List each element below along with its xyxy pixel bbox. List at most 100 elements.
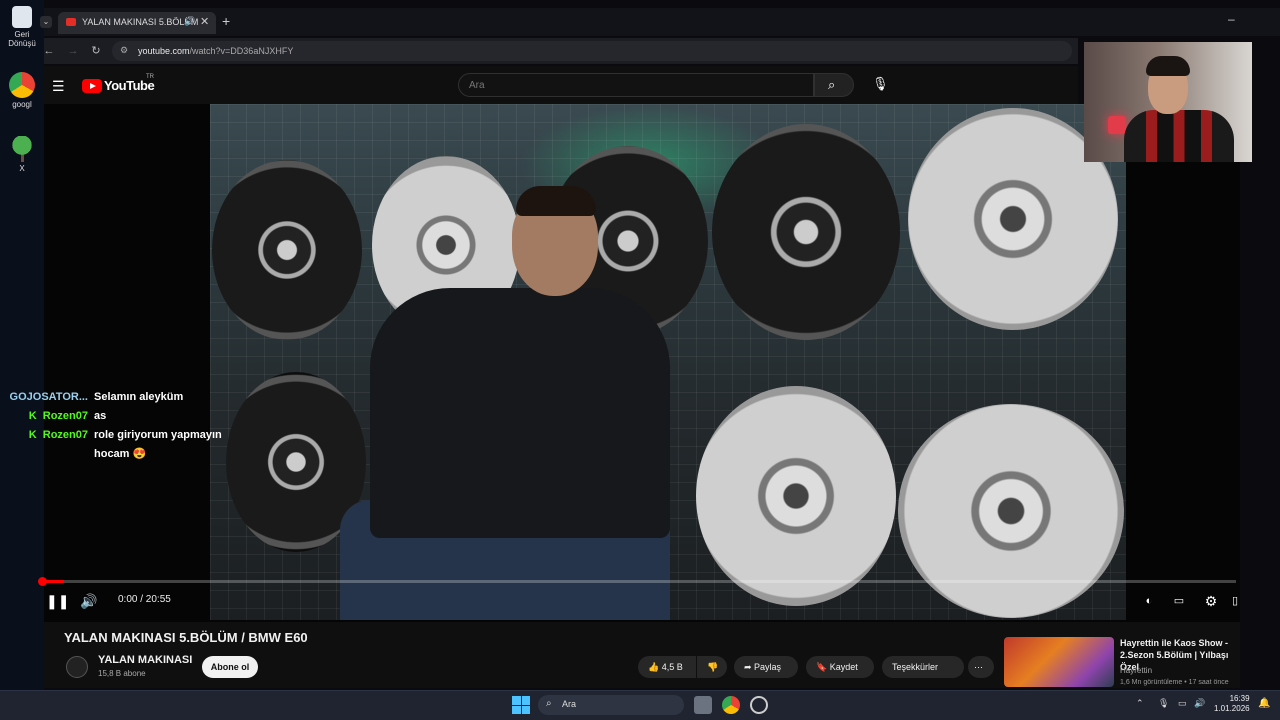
chat-username: GOJOSATOR... [9, 391, 88, 403]
recommended-channel[interactable]: Hayrettin [1120, 666, 1152, 675]
chat-message: K Rozen07 as [4, 407, 264, 426]
thanks-label: Teşekkürler [892, 662, 939, 672]
share-icon: ➦ [744, 662, 755, 672]
wheel-rim [898, 404, 1124, 618]
chat-message: GOJOSATOR... Selamın aleyküm [4, 388, 264, 407]
search-icon: ⌕ [546, 698, 552, 709]
youtube-logo-region: TR [146, 74, 154, 80]
notification-bell-icon[interactable]: 🔔 [1258, 698, 1270, 709]
subscribe-button[interactable]: Abone ol [202, 656, 258, 678]
like-button[interactable]: 👍 4,5 B [638, 656, 696, 678]
taskbar-search[interactable]: ⌕ Ara [538, 695, 684, 715]
share-label: Paylaş [754, 662, 782, 672]
desktop-icon-label: X [19, 164, 25, 173]
pause-icon[interactable]: ❚❚ [46, 592, 69, 610]
minimize-button[interactable]: – [1228, 12, 1235, 26]
desktop-icon-recycle-bin[interactable]: Geri Dönüşü [4, 6, 40, 48]
presenter-torso [370, 288, 670, 538]
video-title: YALAN MAKINASI 5.BÖLÜM / BMW E60 [64, 630, 308, 645]
channel-avatar[interactable] [66, 656, 88, 678]
desktop-icon-x[interactable]: X [4, 136, 40, 173]
subtitles-icon[interactable]: ▭ [1170, 592, 1188, 610]
chat-message: K Rozen07 role giriyorum yapmayın hocam 😍 [4, 426, 264, 464]
chat-username: Rozen07 [42, 429, 88, 441]
more-actions-button[interactable]: ⋯ [968, 656, 994, 678]
app-taskbar-icon[interactable] [750, 696, 768, 714]
url-path: /watch?v=DD36aNJXHFY [189, 46, 294, 56]
tab-title: YALAN MAKINASI 5.BÖLÜM [82, 17, 199, 27]
clock-time: 16:39 [1229, 694, 1250, 703]
tab-list-button[interactable]: ⌄ [40, 16, 52, 28]
site-info-icon[interactable]: ⚙ [120, 45, 128, 56]
volume-icon[interactable]: 🔊 [80, 592, 98, 610]
search-icon: ⌕ [828, 77, 836, 92]
taskbar-clock[interactable]: 16:39 1.01.2026 [1214, 694, 1250, 714]
bookmark-icon: 🔖 [816, 662, 830, 672]
url-host: youtube.com [138, 46, 190, 56]
thumbs-up-icon: 👍 [648, 662, 662, 672]
tray-chevron-icon[interactable]: ⌃ [1136, 698, 1144, 709]
time-display: 0:00 / 20:55 [118, 594, 171, 605]
microphone-icon[interactable]: 🎙 [872, 76, 889, 94]
chat-overlay: GOJOSATOR... Selamın aleyküm K Rozen07 as… [4, 388, 264, 464]
taskbar-search-label: Ara [562, 699, 577, 709]
back-icon[interactable]: ← [42, 44, 56, 58]
progress-scrubber[interactable] [38, 577, 47, 586]
webcam-streamer-body [1124, 110, 1234, 162]
save-button[interactable]: 🔖 Kaydet [806, 656, 874, 678]
webcam-streamer-hair [1146, 56, 1190, 76]
desktop-icon-label: googl [12, 100, 32, 109]
chrome-icon [9, 72, 35, 98]
chat-text: role giriyorum yapmayın hocam 😍 [94, 429, 222, 460]
recommended-meta: 1,6 Mn görüntüleme • 17 saat önce [1120, 679, 1229, 686]
task-view-icon[interactable] [694, 696, 712, 714]
kick-badge-icon: K [28, 410, 37, 422]
close-tab-icon[interactable]: ✕ [200, 15, 209, 28]
thanks-button[interactable]: Teşekkürler [882, 656, 964, 678]
desktop-icon-label: Geri Dönüşü [8, 30, 36, 48]
chat-user-with-badge: K Rozen07 [4, 426, 94, 464]
dislike-button[interactable]: 👎 [697, 656, 727, 678]
progress-bar[interactable] [40, 580, 1236, 583]
recommended-thumbnail[interactable] [1004, 637, 1114, 687]
settings-gear-icon[interactable]: ⚙ [1202, 592, 1220, 610]
recycle-bin-icon [12, 6, 32, 28]
youtube-logo-icon[interactable] [82, 79, 102, 93]
chat-text: Selamın aleyküm [94, 391, 184, 403]
wheel-rim [212, 160, 362, 340]
tray-mic-icon[interactable]: 🎙 [1158, 698, 1169, 709]
webcam-light [1108, 116, 1126, 134]
new-tab-button[interactable]: + [222, 13, 230, 29]
speaker-icon[interactable]: 🔊 [184, 16, 195, 27]
windows-start-icon[interactable] [512, 696, 530, 714]
search-input[interactable]: Ara [458, 73, 814, 97]
desktop-icon-chrome[interactable]: googl [4, 72, 40, 109]
forward-icon[interactable]: → [66, 44, 80, 58]
chrome-taskbar-icon[interactable] [722, 696, 740, 714]
youtube-favicon-icon [66, 18, 76, 26]
chat-username: Rozen07 [42, 410, 88, 422]
presenter-hair [516, 186, 596, 216]
search-button[interactable]: ⌕ [814, 73, 854, 97]
share-button[interactable]: ➦ Paylaş [734, 656, 798, 678]
wheel-rim [696, 386, 896, 606]
youtube-logo-text[interactable]: YouTube [104, 78, 155, 93]
like-count: 4,5 B [661, 662, 683, 672]
reload-icon[interactable]: ↻ [89, 44, 103, 58]
thumbs-down-icon: 👎 [707, 662, 719, 672]
wheel-rim [712, 124, 900, 340]
chat-text: as [94, 410, 107, 422]
save-label: Kaydet [829, 662, 858, 672]
clock-date: 1.01.2026 [1214, 704, 1250, 713]
chat-user-with-badge: K Rozen07 [4, 407, 94, 426]
menu-icon[interactable]: ☰ [52, 78, 65, 95]
tray-volume-icon[interactable]: 🔊 [1194, 698, 1205, 709]
tree-icon [9, 136, 35, 162]
address-bar[interactable]: ⚙ youtube.com/watch?v=DD36aNJXHFY [112, 41, 1072, 61]
kick-badge-icon: K [28, 429, 37, 441]
tray-network-icon[interactable]: ▭ [1178, 698, 1187, 709]
autoplay-toggle-icon[interactable]: ◐ [1138, 592, 1160, 610]
channel-name[interactable]: YALAN MAKINASI [98, 654, 192, 666]
miniplayer-icon[interactable]: ▯ [1230, 592, 1240, 610]
subscriber-count: 15,8 B abone [98, 669, 146, 678]
